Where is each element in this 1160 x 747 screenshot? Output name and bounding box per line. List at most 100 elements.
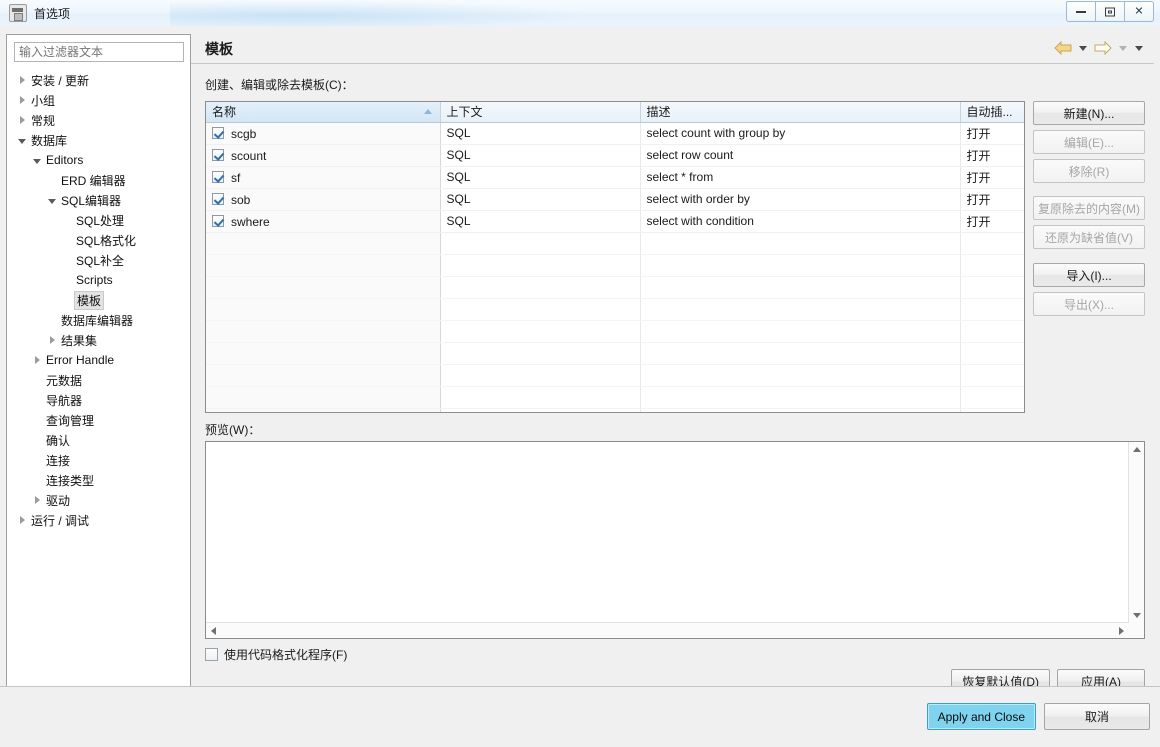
empty-cell (960, 364, 1024, 387)
minimize-button[interactable] (1066, 1, 1096, 22)
table-row[interactable]: sf SQL select * from 打开 (206, 166, 1024, 189)
table-row[interactable]: scgb SQL select count with group by 打开 (206, 122, 1024, 145)
expand-arrow-icon[interactable] (15, 516, 29, 524)
sidebar-item[interactable]: Scripts (7, 270, 190, 290)
cell-name: sob (206, 188, 441, 211)
expand-arrow-icon[interactable] (30, 496, 44, 504)
back-button[interactable] (1052, 38, 1074, 58)
sidebar-item[interactable]: 常规 (7, 110, 190, 130)
collapse-arrow-icon[interactable] (45, 196, 59, 204)
sidebar-item[interactable]: 模板 (7, 290, 190, 310)
collapse-arrow-icon[interactable] (30, 156, 44, 164)
sidebar-item[interactable]: 驱动 (7, 490, 190, 510)
sidebar-item[interactable]: 元数据 (7, 370, 190, 390)
sidebar-item-label: 连接类型 (46, 473, 95, 488)
import-button[interactable]: 导入(I)... (1033, 263, 1145, 287)
column-header[interactable]: 描述 (640, 102, 961, 123)
cell-autoinsert: 打开 (960, 210, 1024, 233)
cell-context: SQL (440, 144, 641, 167)
table-empty-row (206, 276, 1024, 299)
cancel-button[interactable]: 取消 (1044, 703, 1150, 730)
new-button[interactable]: 新建(N)... (1033, 101, 1145, 125)
use-code-formatter-checkbox[interactable] (205, 648, 218, 661)
preview-horizontal-scrollbar[interactable] (206, 622, 1129, 638)
sidebar-item[interactable]: 导航器 (7, 390, 190, 410)
preferences-dialog: 首选项 ✕ 安装 / 更新小组常规数据库 Editors ERD 编辑器 SQL编辑器… (0, 0, 1160, 747)
sidebar-item[interactable]: SQL格式化 (7, 230, 190, 250)
sidebar-item[interactable]: SQL编辑器 (7, 190, 190, 210)
sidebar-item[interactable]: 连接 (7, 450, 190, 470)
column-header[interactable]: 自动插... (960, 102, 1024, 123)
sidebar-item[interactable]: 数据库 (7, 130, 190, 150)
empty-cell (206, 298, 441, 321)
sidebar-item[interactable]: SQL补全 (7, 250, 190, 270)
empty-cell (206, 232, 441, 255)
row-checkbox[interactable] (212, 148, 224, 161)
empty-cell (440, 320, 641, 343)
table-row[interactable]: scount SQL select row count 打开 (206, 144, 1024, 167)
apply-and-close-button[interactable]: Apply and Close (926, 703, 1036, 730)
expand-arrow-icon[interactable] (15, 76, 29, 84)
empty-cell (640, 276, 961, 299)
sidebar-item[interactable]: 连接类型 (7, 470, 190, 490)
expand-arrow-icon[interactable] (15, 116, 29, 124)
empty-cell (206, 408, 441, 412)
preview-vertical-scrollbar[interactable] (1128, 442, 1144, 623)
column-header[interactable]: 上下文 (440, 102, 641, 123)
forward-history-button[interactable] (1116, 38, 1130, 58)
sidebar-item[interactable]: 安装 / 更新 (7, 70, 190, 90)
collapse-arrow-icon[interactable] (15, 136, 29, 144)
template-name: sf (231, 170, 241, 185)
column-header[interactable]: 名称 (206, 102, 441, 123)
sidebar-item[interactable]: 确认 (7, 430, 190, 450)
sidebar-item[interactable]: 查询管理 (7, 410, 190, 430)
sidebar-item-label: 导航器 (46, 393, 83, 408)
preview-pane[interactable] (205, 441, 1145, 639)
expand-arrow-icon[interactable] (15, 96, 29, 104)
forward-button[interactable] (1092, 38, 1114, 58)
scroll-up-icon (1133, 447, 1141, 452)
minimize-icon (1076, 10, 1086, 13)
table-row[interactable]: sob SQL select with order by 打开 (206, 188, 1024, 211)
row-checkbox[interactable] (212, 192, 224, 205)
row-checkbox[interactable] (212, 170, 224, 183)
cell-autoinsert: 打开 (960, 144, 1024, 167)
row-checkbox[interactable] (212, 126, 224, 139)
back-history-button[interactable] (1076, 38, 1090, 58)
sidebar-item[interactable]: ERD 编辑器 (7, 170, 190, 190)
empty-cell (960, 408, 1024, 412)
empty-cell (440, 342, 641, 365)
sidebar-item-label: 模板 (74, 290, 105, 310)
cell-name: scount (206, 144, 441, 167)
close-button[interactable]: ✕ (1125, 1, 1154, 22)
sidebar-item[interactable]: 数据库编辑器 (7, 310, 190, 330)
empty-cell (640, 408, 961, 412)
cell-description: select with condition (640, 210, 961, 233)
remove-button: 移除(R) (1033, 159, 1145, 183)
templates-table-container[interactable]: 名称 上下文 描述 自动插... scgb SQL select count with g… (205, 101, 1025, 413)
empty-cell (640, 364, 961, 387)
sidebar-item[interactable]: SQL处理 (7, 210, 190, 230)
sidebar-item[interactable]: 运行 / 调试 (7, 510, 190, 530)
filter-input[interactable] (14, 42, 184, 62)
view-menu-button[interactable] (1132, 38, 1146, 58)
use-code-formatter-row[interactable]: 使用代码格式化程序(F) (205, 646, 347, 663)
cell-autoinsert: 打开 (960, 122, 1024, 145)
empty-cell (960, 232, 1024, 255)
sidebar-item[interactable]: 小组 (7, 90, 190, 110)
sidebar-item-label: 数据库 (31, 133, 68, 148)
maximize-icon (1105, 7, 1115, 16)
table-row[interactable]: swhere SQL select with condition 打开 (206, 210, 1024, 233)
sidebar-item[interactable]: Editors (7, 150, 190, 170)
table-empty-row (206, 232, 1024, 255)
templates-table: 名称 上下文 描述 自动插... scgb SQL select count with g… (206, 102, 1024, 412)
sidebar-item[interactable]: 结果集 (7, 330, 190, 350)
table-header: 名称 上下文 描述 自动插... (206, 102, 1024, 123)
maximize-button[interactable] (1096, 1, 1125, 22)
sidebar-item[interactable]: Error Handle (7, 350, 190, 370)
expand-arrow-icon[interactable] (30, 356, 44, 364)
sidebar-item-label: 元数据 (46, 373, 83, 388)
template-actions: 新建(N)... 编辑(E)... 移除(R) 复原除去的内容(M) 还原为缺省值(V)… (1033, 101, 1145, 321)
row-checkbox[interactable] (212, 214, 224, 227)
expand-arrow-icon[interactable] (45, 336, 59, 344)
